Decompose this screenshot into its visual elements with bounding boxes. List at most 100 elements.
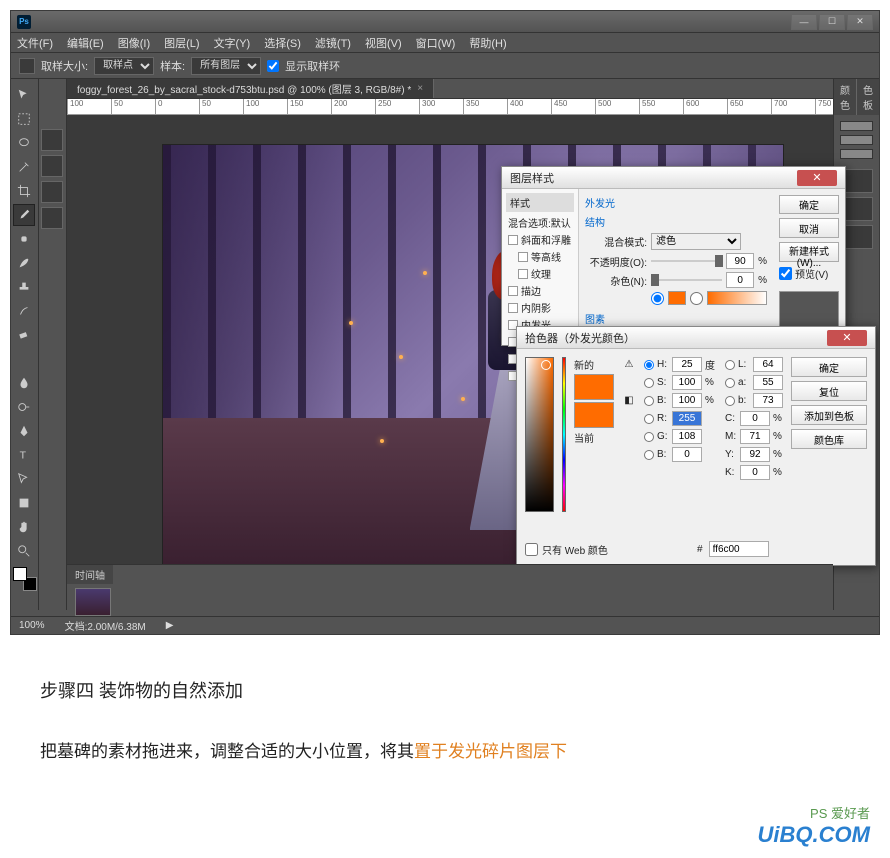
glow-color-radio[interactable] — [651, 292, 664, 305]
picker-title[interactable]: 拾色器（外发光颜色） ✕ — [517, 327, 875, 349]
blur-tool[interactable] — [13, 372, 35, 394]
bb-radio[interactable] — [644, 450, 654, 460]
frame-thumb[interactable] — [75, 588, 111, 616]
color-field[interactable] — [525, 357, 554, 512]
L-radio[interactable] — [725, 360, 735, 370]
layer-style-title[interactable]: 图层样式 ✕ — [502, 167, 845, 189]
noise-input[interactable] — [726, 272, 754, 288]
r-input[interactable] — [672, 411, 702, 426]
aux-button-2[interactable] — [41, 155, 63, 177]
crop-tool[interactable] — [13, 180, 35, 202]
stamp-tool[interactable] — [13, 276, 35, 298]
move-tool[interactable] — [13, 84, 35, 106]
menu-view[interactable]: 视图(V) — [365, 35, 402, 51]
hand-tool[interactable] — [13, 516, 35, 538]
style-checkbox[interactable] — [508, 303, 518, 313]
style-item[interactable]: 描边 — [506, 282, 574, 299]
eraser-tool[interactable] — [13, 324, 35, 346]
s-input[interactable] — [672, 375, 702, 390]
color-slider-r[interactable] — [840, 121, 873, 131]
picker-add-button[interactable]: 添加到色板 — [791, 405, 867, 425]
picker-ok-button[interactable]: 确定 — [791, 357, 867, 377]
close-button[interactable]: ✕ — [847, 14, 873, 30]
menu-image[interactable]: 图像(I) — [118, 35, 150, 51]
a-input[interactable] — [753, 375, 783, 390]
zoom-label[interactable]: 100% — [19, 620, 45, 631]
aux-button-3[interactable] — [41, 181, 63, 203]
g-input[interactable] — [672, 429, 702, 444]
color-slider-g[interactable] — [840, 135, 873, 145]
only-web-checkbox[interactable]: 只有 Web 颜色 — [525, 542, 608, 557]
ls-cancel-button[interactable]: 取消 — [779, 218, 839, 237]
a-radio[interactable] — [725, 378, 735, 388]
picker-close[interactable]: ✕ — [827, 330, 867, 346]
menu-edit[interactable]: 编辑(E) — [67, 35, 104, 51]
style-checkbox[interactable] — [508, 286, 518, 296]
maximize-button[interactable]: ☐ — [819, 14, 845, 30]
menu-type[interactable]: 文字(Y) — [214, 35, 251, 51]
picker-lib-button[interactable]: 颜色库 — [791, 429, 867, 449]
L-input[interactable] — [753, 357, 783, 372]
dodge-tool[interactable] — [13, 396, 35, 418]
path-tool[interactable] — [13, 468, 35, 490]
aux-button-4[interactable] — [41, 207, 63, 229]
picker-reset-button[interactable]: 复位 — [791, 381, 867, 401]
b2-radio[interactable] — [725, 396, 735, 406]
color-slider-b[interactable] — [840, 149, 873, 159]
wand-tool[interactable] — [13, 156, 35, 178]
sample-select[interactable]: 所有图层 — [191, 57, 261, 75]
ls-preview-check[interactable]: 预览(V) — [779, 266, 839, 281]
style-item[interactable]: 等高线 — [506, 248, 574, 265]
bb-input[interactable] — [672, 447, 702, 462]
opacity-slider[interactable] — [651, 260, 722, 262]
tab-close-icon[interactable]: × — [417, 83, 423, 94]
M-input[interactable] — [740, 429, 770, 444]
style-checkbox[interactable] — [508, 235, 518, 245]
menu-file[interactable]: 文件(F) — [17, 35, 53, 51]
heal-tool[interactable] — [13, 228, 35, 250]
b-input[interactable] — [672, 393, 702, 408]
document-tab[interactable]: foggy_forest_26_by_sacral_stock-d753btu.… — [67, 79, 434, 98]
ls-new-style-button[interactable]: 新建样式(W)... — [779, 242, 839, 262]
lasso-tool[interactable] — [13, 132, 35, 154]
aux-button-1[interactable] — [41, 129, 63, 151]
status-arrow-icon[interactable]: ▶ — [166, 620, 174, 631]
blend-mode-select[interactable]: 滤色 — [651, 233, 741, 250]
show-ring-checkbox[interactable] — [267, 60, 279, 72]
Y-input[interactable] — [740, 447, 770, 462]
menu-select[interactable]: 选择(S) — [264, 35, 301, 51]
style-item[interactable]: 纹理 — [506, 265, 574, 282]
fg-color[interactable] — [13, 567, 27, 581]
pen-tool[interactable] — [13, 420, 35, 442]
r-radio[interactable] — [644, 414, 654, 424]
gamut-warning-icon[interactable]: ⚠ — [622, 357, 636, 371]
style-checkbox[interactable] — [518, 252, 528, 262]
noise-slider[interactable] — [651, 279, 722, 281]
b2-input[interactable] — [753, 393, 783, 408]
shape-tool[interactable] — [13, 492, 35, 514]
h-radio[interactable] — [644, 360, 654, 370]
color-swatch[interactable] — [13, 567, 37, 591]
glow-color-swatch[interactable] — [668, 291, 686, 305]
style-item[interactable]: 斜面和浮雕 — [506, 231, 574, 248]
zoom-tool[interactable] — [13, 540, 35, 562]
style-checkbox[interactable] — [518, 269, 528, 279]
type-tool[interactable]: T — [13, 444, 35, 466]
s-radio[interactable] — [644, 378, 654, 388]
glow-gradient[interactable] — [707, 291, 767, 305]
history-brush-tool[interactable] — [13, 300, 35, 322]
web-warning-icon[interactable]: ◧ — [622, 393, 636, 407]
sample-size-select[interactable]: 取样点 — [94, 57, 154, 75]
color-tab[interactable]: 颜色 — [834, 79, 857, 115]
menu-help[interactable]: 帮助(H) — [469, 35, 506, 51]
swatches-tab[interactable]: 色板 — [857, 79, 880, 115]
minimize-button[interactable]: — — [791, 14, 817, 30]
g-radio[interactable] — [644, 432, 654, 442]
hue-slider[interactable] — [562, 357, 566, 512]
menu-layer[interactable]: 图层(L) — [164, 35, 199, 51]
C-input[interactable] — [740, 411, 770, 426]
gradient-tool[interactable] — [13, 348, 35, 370]
eyedropper-tool[interactable] — [13, 204, 35, 226]
hex-input[interactable] — [709, 541, 769, 557]
menu-window[interactable]: 窗口(W) — [416, 35, 456, 51]
